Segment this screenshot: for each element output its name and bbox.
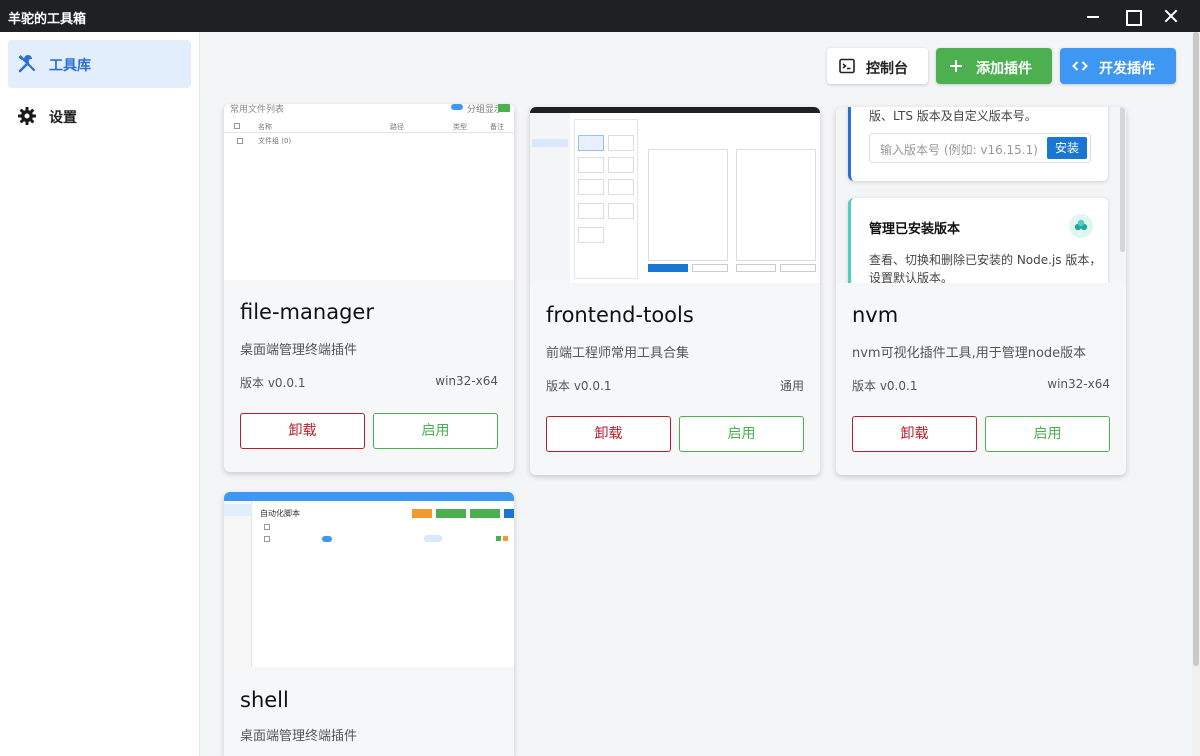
preview-text: 查看、切换和删除已安装的 Node.js 版本， <box>869 253 1102 267</box>
sidebar-item-label: 设置 <box>49 110 77 126</box>
preview-text: 备注 <box>490 123 504 131</box>
plugin-name: file-manager <box>240 300 374 324</box>
sidebar: 工具库 设置 <box>0 32 200 756</box>
preview-text: 类型 <box>453 123 467 131</box>
scrollbar-thumb[interactable] <box>1193 32 1199 666</box>
preview-text: 设置默认版本。 <box>869 271 954 283</box>
stack-icon <box>1069 214 1093 238</box>
plugin-description: 前端工程师常用工具合集 <box>546 346 690 361</box>
plugin-card-shell[interactable]: 自动化脚本 shell 桌面端管理终端插件 <box>224 492 514 756</box>
preview-text: 常用文件列表 <box>230 105 285 115</box>
preview-text: 自动化脚本 <box>260 509 300 518</box>
plugin-version: 版本 v0.0.1 <box>240 376 306 390</box>
plugin-card-nvm[interactable]: 版、LTS 版本及自定义版本号。 输入版本号 (例如: v16.15.1) 安装… <box>836 107 1126 475</box>
plugin-name: shell <box>240 688 289 712</box>
minimize-button[interactable] <box>1083 6 1103 26</box>
sidebar-item-label: 工具库 <box>49 58 91 74</box>
sidebar-item-tool-library[interactable]: 工具库 <box>8 40 191 88</box>
plugin-description: 桌面端管理终端插件 <box>240 343 358 358</box>
console-button[interactable]: 控制台 <box>827 48 928 84</box>
add-plugin-button[interactable]: 添加插件 <box>936 48 1052 84</box>
preview-text: 路径 <box>390 123 404 131</box>
window-title: 羊驼的工具箱 <box>8 12 87 27</box>
plugin-version: 版本 v0.0.1 <box>546 379 612 393</box>
plugin-name: frontend-tools <box>546 303 694 327</box>
preview-text: 版、LTS 版本及自定义版本号。 <box>869 109 1037 123</box>
plugin-platform: 通用 <box>779 379 804 393</box>
add-plugin-label: 添加插件 <box>976 61 1032 77</box>
terminal-icon <box>839 58 855 74</box>
plus-icon <box>948 58 964 74</box>
plugin-card-frontend-tools[interactable]: frontend-tools 前端工程师常用工具合集 版本 v0.0.1 通用 … <box>530 107 820 475</box>
plugin-card-file-manager[interactable]: 常用文件列表 分组显示 名称 路径 类型 备注 文件组 (0) file-man… <box>224 104 514 472</box>
install-button: 安装 <box>1047 137 1087 159</box>
page-scrollbar[interactable] <box>1192 32 1200 756</box>
plugin-preview-image: 版、LTS 版本及自定义版本号。 输入版本号 (例如: v16.15.1) 安装… <box>836 107 1126 283</box>
close-window-button[interactable] <box>1161 6 1181 26</box>
plugin-name: nvm <box>852 303 899 327</box>
gear-icon <box>17 106 37 126</box>
preview-text: 文件组 (0) <box>258 137 292 145</box>
plugin-preview-image <box>530 107 820 283</box>
console-label: 控制台 <box>866 61 908 77</box>
plugin-preview-image: 常用文件列表 分组显示 名称 路径 类型 备注 文件组 (0) <box>224 104 514 280</box>
uninstall-button[interactable]: 卸载 <box>852 416 977 452</box>
preview-text: 名称 <box>258 123 272 131</box>
uninstall-button[interactable]: 卸载 <box>546 416 671 452</box>
plugin-platform: win32-x64 <box>1047 377 1110 391</box>
plugin-version: 版本 v0.0.1 <box>852 379 918 393</box>
preview-text: 管理已安装版本 <box>869 222 961 237</box>
plugin-platform: win32-x64 <box>435 374 498 388</box>
enable-button[interactable]: 启用 <box>373 413 498 449</box>
code-icon <box>1072 58 1088 74</box>
maximize-button[interactable] <box>1122 6 1142 26</box>
enable-button[interactable]: 启用 <box>679 416 804 452</box>
plugin-description: nvm可视化插件工具,用于管理node版本 <box>852 346 1087 361</box>
plugin-description: 桌面端管理终端插件 <box>240 729 358 744</box>
version-input-placeholder: 输入版本号 (例如: v16.15.1) <box>880 143 1038 157</box>
develop-plugin-button[interactable]: 开发插件 <box>1060 48 1176 84</box>
tools-icon <box>17 54 37 74</box>
enable-button[interactable]: 启用 <box>985 416 1110 452</box>
develop-plugin-label: 开发插件 <box>1099 61 1155 77</box>
title-bar: 羊驼的工具箱 <box>0 0 1200 32</box>
plugin-preview-image: 自动化脚本 <box>224 492 514 667</box>
sidebar-item-settings[interactable]: 设置 <box>8 92 191 140</box>
uninstall-button[interactable]: 卸载 <box>240 413 365 449</box>
